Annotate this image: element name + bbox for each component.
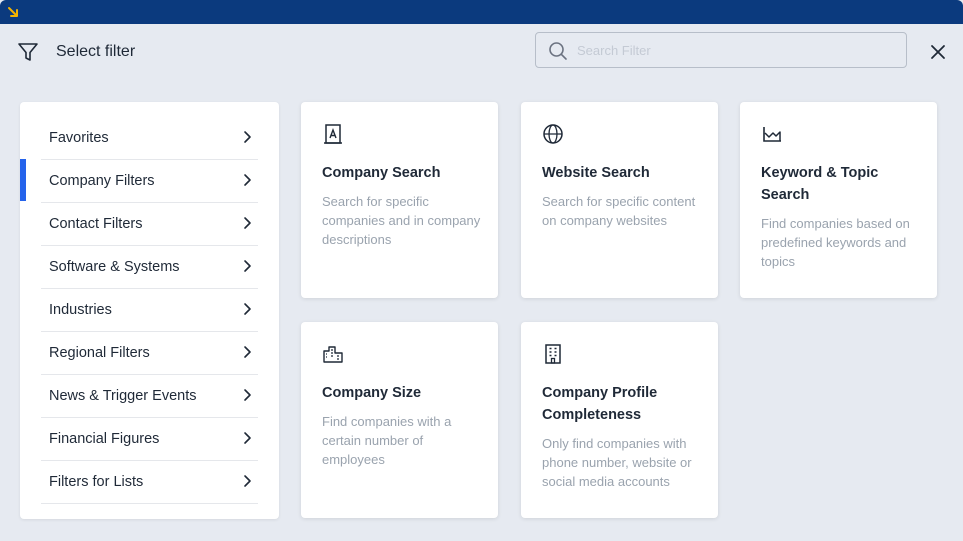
active-indicator xyxy=(20,159,26,201)
sidebar-item-industries[interactable]: Industries xyxy=(41,289,258,332)
search-input[interactable] xyxy=(577,40,897,60)
search-icon xyxy=(549,42,567,60)
city-buildings-icon xyxy=(323,346,343,363)
sidebar-item-label: News & Trigger Events xyxy=(49,388,197,404)
card-keyword-topic-search[interactable]: Keyword & Topic Search Find companies ba… xyxy=(740,102,937,298)
sidebar-item-label: Financial Figures xyxy=(49,431,160,447)
sidebar-item-label: Industries xyxy=(49,302,112,318)
card-description: Only find companies with phone number, w… xyxy=(542,436,692,489)
close-icon[interactable] xyxy=(928,42,948,62)
chart-icon xyxy=(763,127,781,142)
card-description: Search for specific content on company w… xyxy=(542,194,696,228)
sidebar-item-label: Contact Filters xyxy=(49,216,143,232)
chevron-right-icon xyxy=(244,346,251,358)
filter-category-sidebar: Favorites Company Filters Contact Filter… xyxy=(20,102,279,519)
card-website-search[interactable]: Website Search Search for specific conte… xyxy=(521,102,718,298)
card-title: Company Profile Completeness xyxy=(542,385,658,423)
card-description: Find companies based on predefined keywo… xyxy=(761,216,910,269)
card-description: Find companies with a certain number of … xyxy=(322,414,452,467)
chevron-right-icon xyxy=(244,475,251,487)
arrow-down-right-icon[interactable] xyxy=(7,6,19,18)
sidebar-item-contact-filters[interactable]: Contact Filters xyxy=(41,203,258,246)
sidebar-item-label: Regional Filters xyxy=(49,345,150,361)
sidebar-item-label: Software & Systems xyxy=(49,259,180,275)
card-title: Company Search xyxy=(322,165,441,181)
chevron-right-icon xyxy=(244,174,251,186)
card-company-search[interactable]: Company Search Search for specific compa… xyxy=(301,102,498,298)
window-top-bar xyxy=(0,0,963,24)
company-building-icon xyxy=(324,124,342,144)
sidebar-item-company-filters[interactable]: Company Filters xyxy=(41,160,258,203)
sidebar-item-label: Filters for Lists xyxy=(49,474,144,490)
globe-icon xyxy=(543,124,563,144)
chevron-right-icon xyxy=(244,432,251,444)
sidebar-item-software-systems[interactable]: Software & Systems xyxy=(41,246,258,289)
dialog-header: Select filter xyxy=(0,24,963,80)
sidebar-item-label: Favorites xyxy=(49,130,109,146)
sidebar-item-filters-for-lists[interactable]: Filters for Lists xyxy=(41,461,258,504)
sidebar-item-label: Company Filters xyxy=(49,173,155,189)
sidebar-item-financial-figures[interactable]: Financial Figures xyxy=(41,418,258,461)
office-building-icon xyxy=(545,344,561,364)
card-company-profile-completeness[interactable]: Company Profile Completeness Only find c… xyxy=(521,322,718,518)
chevron-right-icon xyxy=(244,260,251,272)
chevron-right-icon xyxy=(244,303,251,315)
filter-icon xyxy=(18,43,38,61)
chevron-right-icon xyxy=(244,217,251,229)
card-title: Website Search xyxy=(542,165,650,181)
chevron-right-icon xyxy=(244,131,251,143)
search-box[interactable] xyxy=(535,32,907,68)
sidebar-item-news-trigger-events[interactable]: News & Trigger Events xyxy=(41,375,258,418)
chevron-right-icon xyxy=(244,389,251,401)
card-company-size[interactable]: Company Size Find companies with a certa… xyxy=(301,322,498,518)
sidebar-item-favorites[interactable]: Favorites xyxy=(41,117,258,160)
card-description: Search for specific companies and in com… xyxy=(322,194,481,247)
sidebar-item-regional-filters[interactable]: Regional Filters xyxy=(41,332,258,375)
card-title: Company Size xyxy=(322,385,422,401)
dialog-title: Select filter xyxy=(56,43,136,60)
card-title: Keyword & Topic Search xyxy=(761,165,879,203)
